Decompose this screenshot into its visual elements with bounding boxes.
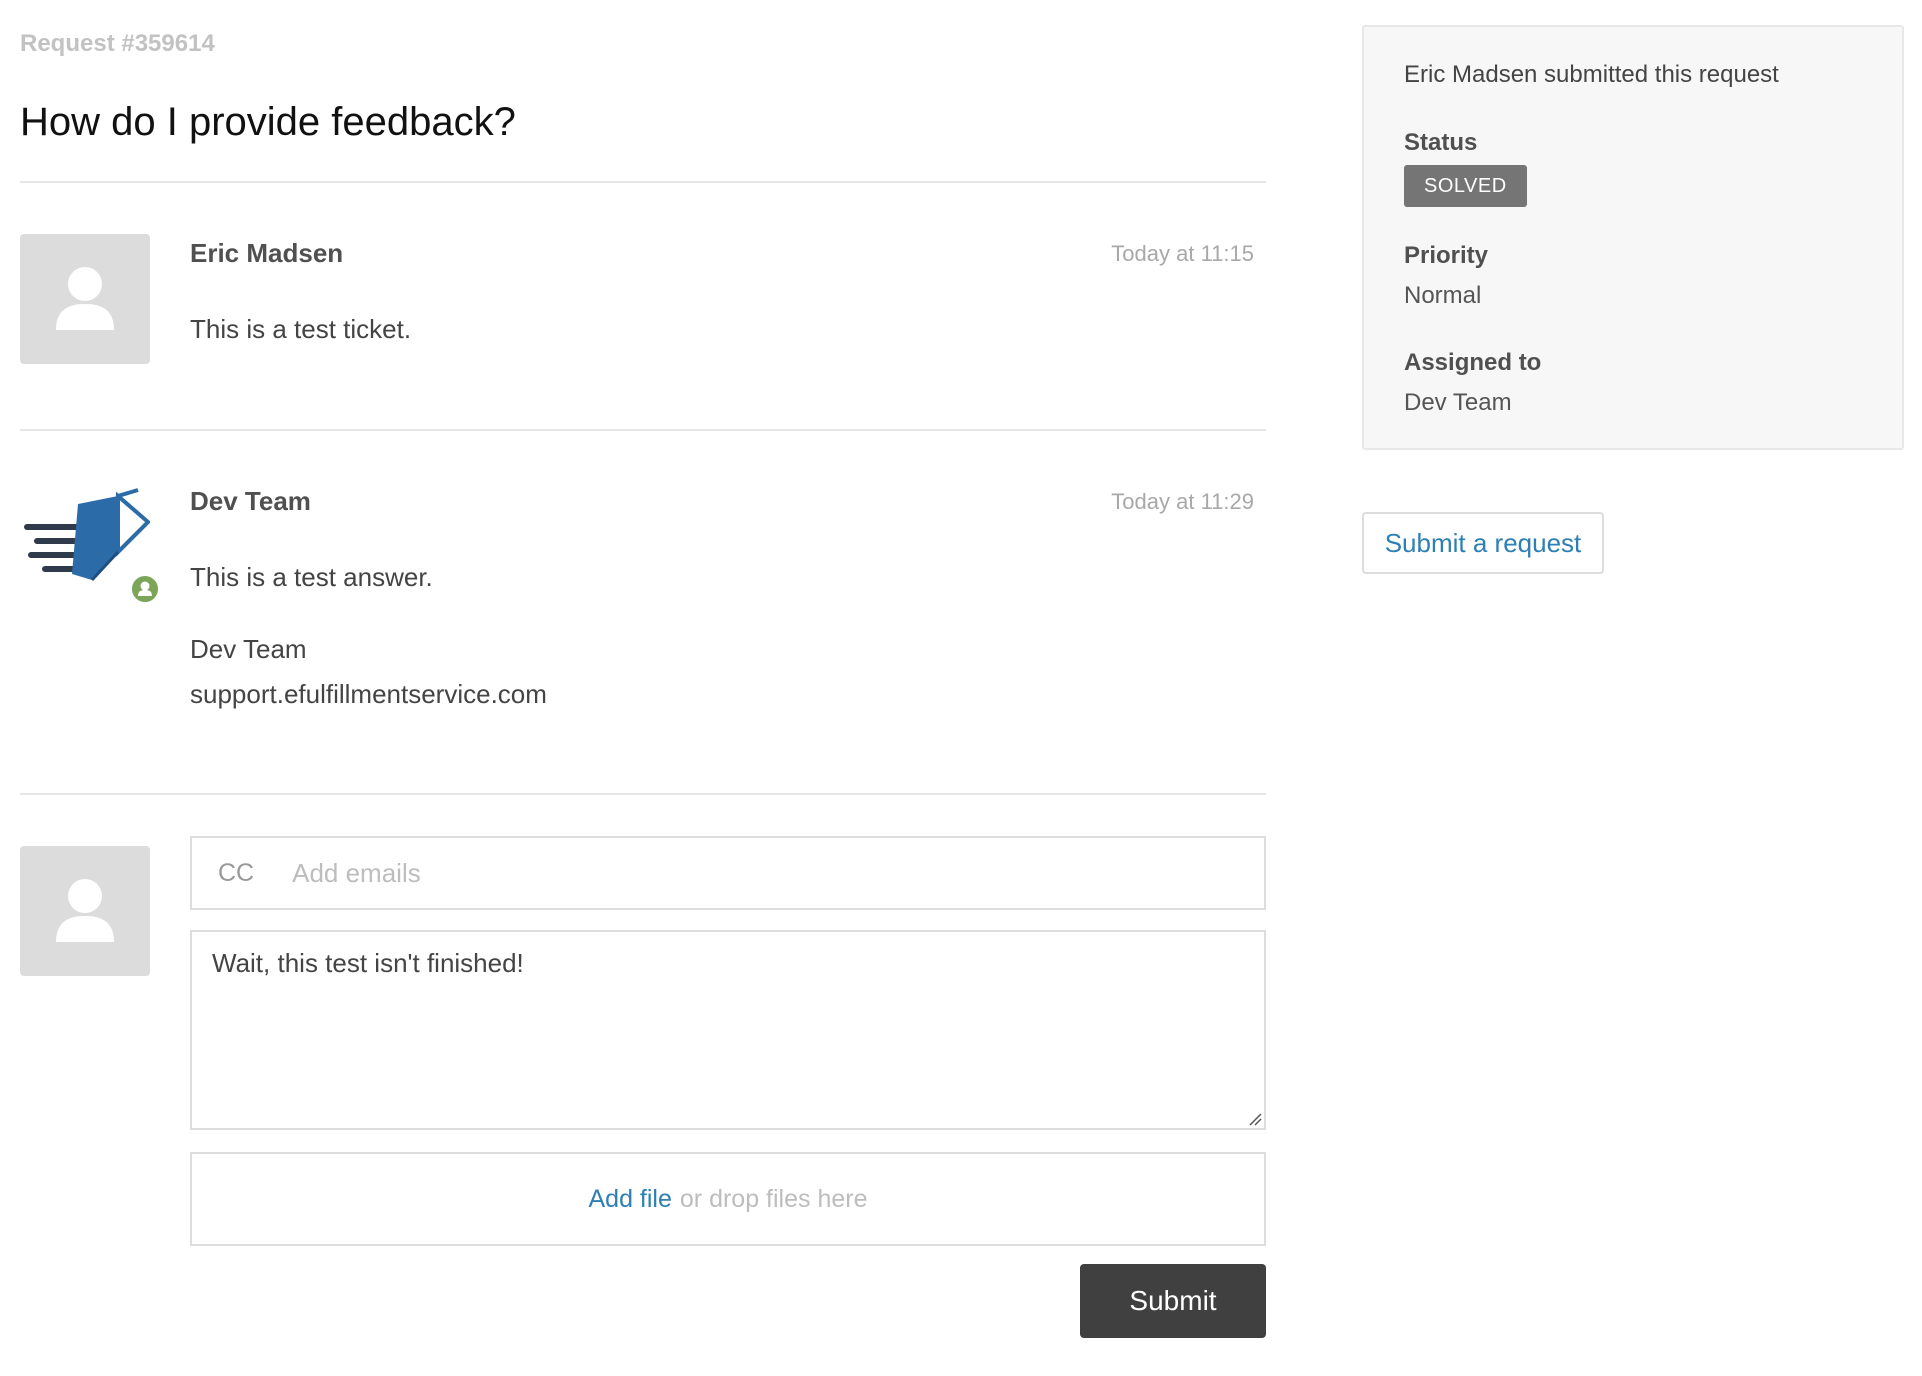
- add-file-link[interactable]: Add file: [589, 1185, 672, 1214]
- priority-value: Normal: [1404, 282, 1482, 309]
- user-avatar-icon: [20, 234, 150, 364]
- agent-avatar: [20, 482, 160, 612]
- comment-timestamp: Today at 11:15: [1111, 241, 1254, 266]
- request-title: How do I provide feedback?: [20, 100, 516, 144]
- cc-field[interactable]: CC: [190, 836, 1266, 910]
- submit-request-button[interactable]: Submit a request: [1362, 512, 1604, 574]
- comment-author: Dev Team: [190, 486, 311, 516]
- divider: [20, 793, 1266, 795]
- comment-body: This is a test answer.: [190, 562, 433, 592]
- user-silhouette-icon: [56, 879, 114, 942]
- submitted-by-text: Eric Madsen submitted this request: [1404, 61, 1779, 88]
- divider: [20, 429, 1266, 431]
- agent-person-icon: [130, 574, 160, 604]
- comment-timestamp: Today at 11:29: [1111, 489, 1254, 514]
- comment-signature-url: support.efulfillmentservice.com: [190, 679, 547, 709]
- status-badge: SOLVED: [1404, 165, 1527, 207]
- request-details-panel: Eric Madsen submitted this request Statu…: [1362, 25, 1904, 450]
- cc-email-input[interactable]: [290, 856, 1264, 890]
- cc-label: CC: [218, 858, 255, 887]
- submit-button[interactable]: Submit: [1080, 1264, 1266, 1338]
- user-silhouette-icon: [56, 267, 114, 330]
- drop-files-hint: or drop files here: [679, 1184, 868, 1213]
- assigned-to-label: Assigned to: [1404, 349, 1542, 376]
- comment-signature-name: Dev Team: [190, 634, 307, 664]
- resize-grip-icon[interactable]: [1248, 1112, 1262, 1126]
- request-number: Request #359614: [20, 30, 215, 57]
- user-avatar-icon: [20, 846, 150, 976]
- comment-author: Eric Madsen: [190, 238, 344, 268]
- priority-label: Priority: [1404, 242, 1489, 269]
- divider: [20, 181, 1266, 183]
- reply-textarea[interactable]: Wait, this test isn't finished!: [190, 930, 1266, 1130]
- comment-body: This is a test ticket.: [190, 314, 412, 344]
- assigned-to-value: Dev Team: [1404, 389, 1512, 416]
- status-label: Status: [1404, 129, 1478, 156]
- file-dropzone[interactable]: Add file or drop files here: [190, 1152, 1266, 1246]
